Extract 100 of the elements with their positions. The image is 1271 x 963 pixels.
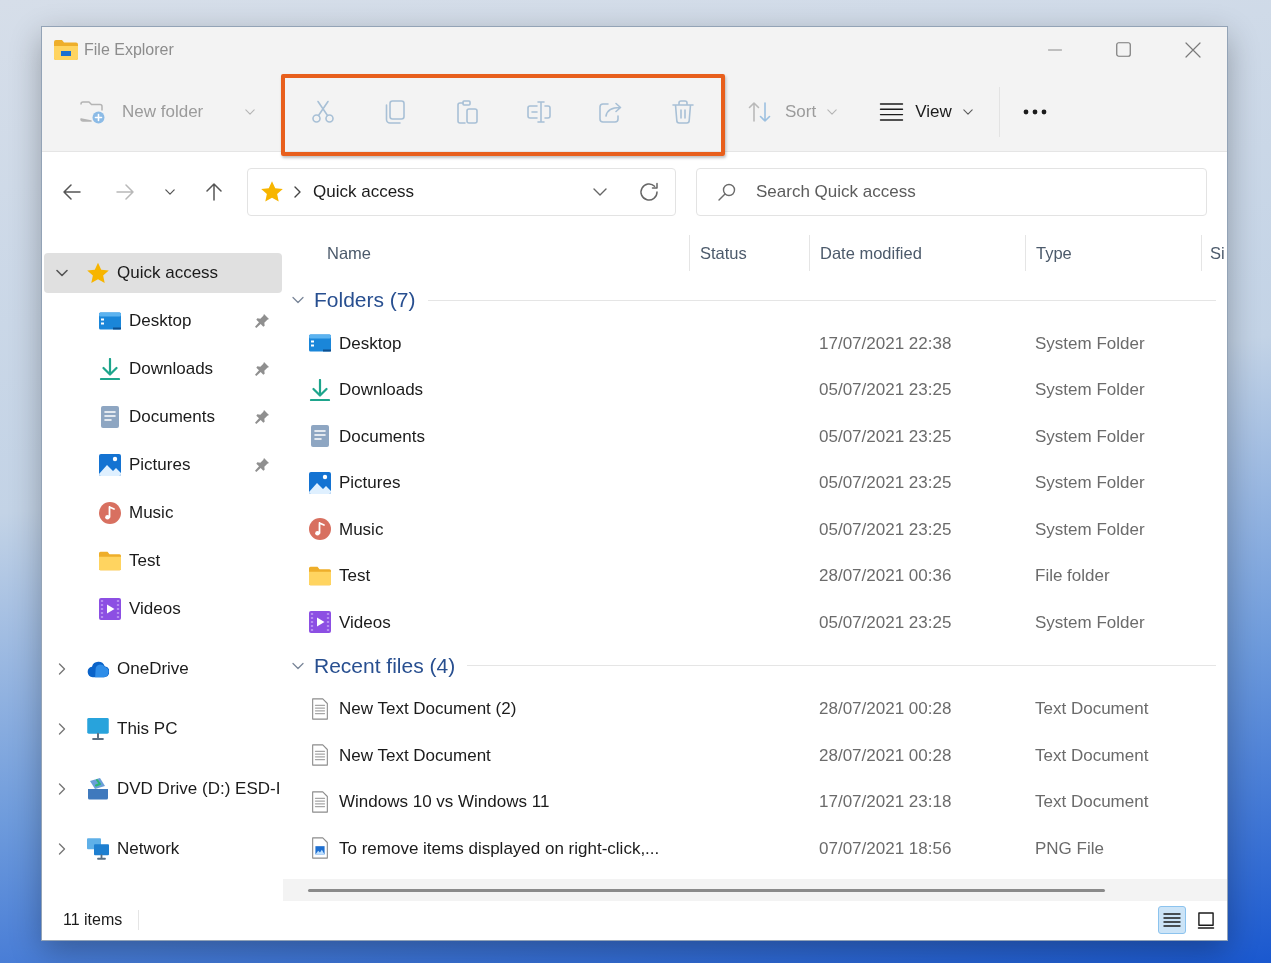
file-type: System Folder	[1035, 426, 1145, 446]
sidebar-item[interactable]: Test	[44, 537, 282, 585]
file-name[interactable]: Documents	[339, 423, 425, 449]
image-file-icon	[309, 837, 331, 860]
details-view-button[interactable]	[1158, 906, 1186, 934]
sidebar-item[interactable]: OneDrive	[44, 649, 282, 689]
file-type: System Folder	[1035, 380, 1145, 399]
file-name[interactable]: Desktop	[339, 330, 402, 356]
date-modified: 05/07/2021 23:25	[819, 612, 952, 632]
picture-icon	[99, 454, 121, 476]
file-type: System Folder	[1035, 612, 1145, 632]
file-row[interactable]: Desktop 17/07/2021 22:38 System Folder	[283, 320, 1227, 367]
new-folder-icon	[80, 99, 105, 124]
file-type: PNG File	[1035, 838, 1104, 858]
file-name[interactable]: Music	[339, 516, 384, 542]
drive-icon	[87, 778, 109, 800]
music-note-icon	[309, 518, 331, 541]
document-icon	[309, 425, 331, 448]
window-title: File Explorer	[84, 39, 174, 60]
file-name[interactable]: Test	[339, 563, 371, 589]
desktop-icon	[99, 310, 121, 332]
file-row[interactable]: Videos 05/07/2021 23:25 System Folder	[283, 599, 1227, 646]
text-file-icon	[309, 790, 331, 813]
file-row[interactable]: Downloads 05/07/2021 23:25 System Folder	[283, 366, 1227, 413]
group-header[interactable]: Recent files (4)	[292, 649, 456, 682]
date-modified: 07/07/2021 18:56	[819, 838, 952, 858]
sidebar-item[interactable]: Network	[44, 829, 282, 869]
file-type: Text Document	[1035, 792, 1149, 811]
copy-icon	[383, 99, 407, 124]
view-button[interactable]: View	[869, 87, 983, 136]
caret-down-icon	[245, 108, 255, 115]
file-name[interactable]: To remove items displayed on right-click,...	[339, 835, 660, 861]
trash-icon	[671, 99, 695, 124]
file-name[interactable]: New Text Document (2)	[339, 696, 517, 722]
lines-icon	[879, 102, 905, 121]
music-note-icon	[99, 502, 121, 524]
date-modified: 17/07/2021 23:18	[819, 792, 952, 811]
video-icon	[99, 598, 121, 620]
date-modified: 28/07/2021 00:28	[819, 699, 952, 718]
group-header[interactable]: Folders (7)	[292, 284, 416, 316]
file-type: System Folder	[1035, 333, 1145, 353]
sidebar-item[interactable]: DVD Drive (D:) ESD-I	[44, 769, 282, 809]
folder-icon	[54, 39, 78, 60]
file-name[interactable]: Downloads	[339, 377, 424, 403]
file-row[interactable]: Documents 05/07/2021 23:25 System Folder	[283, 413, 1227, 460]
scissors-icon	[311, 99, 335, 124]
sidebar-item[interactable]: Documents	[44, 393, 282, 441]
file-name[interactable]: Videos	[339, 609, 391, 635]
refresh-button[interactable]	[639, 181, 659, 202]
rename-icon	[527, 99, 551, 124]
file-row[interactable]: To remove items displayed on right-click,... 07/07/2021 18:56 PNG File	[283, 825, 1227, 872]
tile-icon	[1197, 911, 1215, 929]
sidebar-item[interactable]: Quick access	[44, 253, 282, 293]
file-name[interactable]: Pictures	[339, 470, 401, 496]
file-row[interactable]: Windows 10 vs Windows 11 17/07/2021 23:18 Text Document	[283, 778, 1227, 825]
column-header[interactable]: Type	[1025, 235, 1201, 271]
more-icon	[1022, 108, 1047, 115]
file-row[interactable]: Test 28/07/2021 00:36 File folder	[283, 552, 1227, 599]
network-icon	[87, 838, 109, 860]
address-bar[interactable]: Quick access	[247, 167, 676, 216]
sidebar-item[interactable]: Pictures	[44, 441, 282, 489]
file-name[interactable]: New Text Document	[339, 742, 491, 768]
file-row[interactable]: New Text Document 28/07/2021 00:28 Text Document	[283, 732, 1227, 779]
picture-icon	[309, 471, 331, 494]
sidebar-item[interactable]: Videos	[44, 585, 282, 633]
chevron-down-icon	[593, 187, 607, 196]
sidebar-item[interactable]: Downloads	[44, 345, 282, 393]
sidebar-item[interactable]: Desktop	[44, 297, 282, 345]
download-arrow-icon	[309, 378, 331, 401]
file-type: System Folder	[1035, 519, 1145, 539]
maximize-icon	[1116, 42, 1131, 57]
arrow-left-icon	[63, 183, 81, 200]
arrow-up-icon	[206, 182, 222, 201]
column-header[interactable]: Si	[1201, 235, 1227, 271]
file-row[interactable]: Pictures 05/07/2021 23:25 System Folder	[283, 459, 1227, 506]
arrow-right-icon	[116, 183, 134, 200]
column-header[interactable]: Status	[689, 235, 809, 271]
date-modified: 05/07/2021 23:25	[819, 473, 952, 492]
star-icon	[87, 262, 109, 284]
file-type: File folder	[1035, 566, 1110, 585]
column-header[interactable]: Name	[283, 235, 689, 271]
search-field[interactable]: Search Quick access	[696, 167, 1207, 216]
file-type: Text Document	[1035, 699, 1149, 718]
item-count: 11 items	[63, 910, 123, 930]
date-modified: 05/07/2021 23:25	[819, 426, 952, 446]
list-lines-icon	[1163, 911, 1181, 929]
sidebar-item[interactable]: This PC	[44, 709, 282, 749]
column-header[interactable]: Date modified	[809, 235, 1025, 271]
breadcrumb-segment[interactable]: Quick access	[313, 178, 415, 205]
scrollbar-thumb[interactable]	[308, 888, 1105, 892]
sidebar-item[interactable]: Music	[44, 489, 282, 537]
refresh-icon	[639, 181, 659, 202]
sort-arrows-icon	[748, 100, 772, 123]
date-modified: 28/07/2021 00:28	[819, 745, 952, 765]
file-name[interactable]: Windows 10 vs Windows 11	[339, 789, 550, 815]
file-row[interactable]: New Text Document (2) 28/07/2021 00:28 Text Document	[283, 685, 1227, 732]
video-icon	[309, 611, 331, 634]
file-type: Text Document	[1035, 745, 1149, 765]
file-row[interactable]: Music 05/07/2021 23:25 System Folder	[283, 506, 1227, 553]
chevron-right-icon	[294, 185, 301, 198]
